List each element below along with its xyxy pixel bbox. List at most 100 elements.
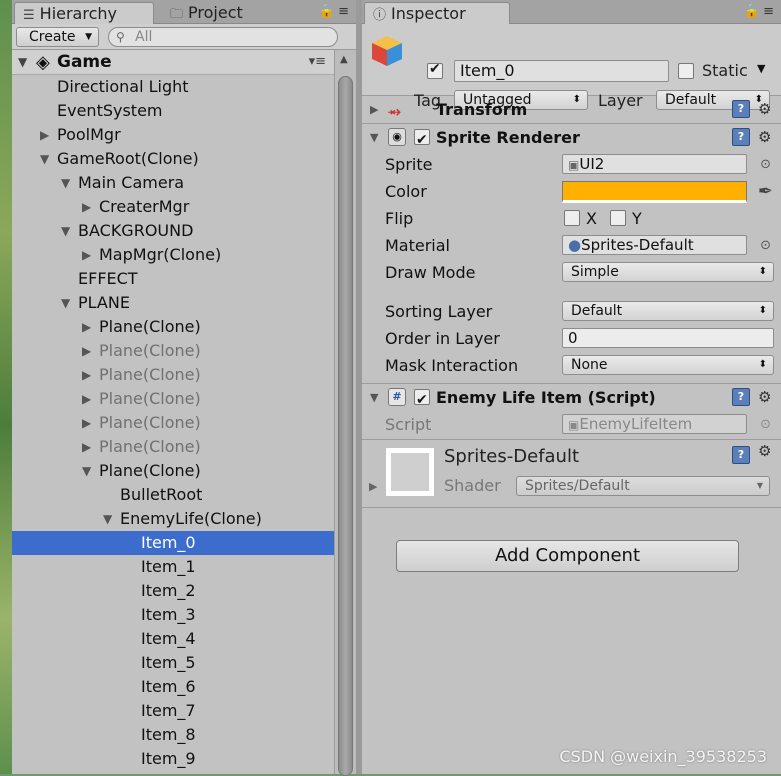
- collapse-arrow-icon[interactable]: ▶: [40, 123, 49, 147]
- hierarchy-item[interactable]: Item_3: [12, 603, 334, 627]
- hierarchy-item[interactable]: ▶ MapMgr(Clone): [12, 243, 334, 267]
- collapse-arrow-icon[interactable]: ▶: [82, 435, 91, 459]
- hierarchy-item[interactable]: ▼ EnemyLife(Clone): [12, 507, 334, 531]
- collapse-arrow-icon[interactable]: ▶: [369, 480, 377, 493]
- expand-arrow-icon[interactable]: ▼: [370, 124, 378, 151]
- scene-header[interactable]: ▼ ◈ Game ▾≡: [12, 50, 356, 75]
- script-field: ▣EnemyLifeItem: [562, 414, 747, 434]
- gear-icon[interactable]: ⚙: [758, 442, 771, 460]
- expand-arrow-icon[interactable]: ▼: [103, 507, 112, 531]
- hierarchy-item[interactable]: ▶ Plane(Clone): [12, 363, 334, 387]
- expand-arrow-icon[interactable]: ▼: [82, 459, 91, 483]
- hierarchy-item[interactable]: ▶ Plane(Clone): [12, 387, 334, 411]
- sprite-renderer-enabled-checkbox[interactable]: [414, 127, 430, 154]
- object-name-field[interactable]: Item_0: [454, 60, 669, 82]
- sorting-layer-row: Sorting Layer Default ⬍: [362, 298, 781, 325]
- expand-arrow-icon[interactable]: ▼: [61, 171, 70, 195]
- hierarchy-item[interactable]: Item_9: [12, 747, 334, 771]
- hierarchy-item[interactable]: Item_8: [12, 723, 334, 747]
- hierarchy-item[interactable]: ▶ Plane(Clone): [12, 411, 334, 435]
- hierarchy-tab-bar: ☰ Hierarchy 🗀 Project 🔒≡: [12, 0, 356, 24]
- hierarchy-item[interactable]: ▼ Plane(Clone): [12, 459, 334, 483]
- static-dropdown-icon[interactable]: ▼: [757, 62, 765, 75]
- panel-menu-icon[interactable]: 🔒≡: [319, 4, 352, 19]
- tab-hierarchy[interactable]: ☰ Hierarchy: [14, 2, 154, 24]
- active-checkbox[interactable]: [427, 61, 443, 79]
- hierarchy-item[interactable]: ▶ Plane(Clone): [12, 435, 334, 459]
- tab-inspector[interactable]: ⓘ Inspector: [364, 2, 510, 24]
- collapse-arrow-icon[interactable]: ▶: [82, 363, 91, 387]
- hierarchy-item[interactable]: BulletRoot: [12, 483, 334, 507]
- hierarchy-item[interactable]: EFFECT: [12, 267, 334, 291]
- order-in-layer-input[interactable]: 0: [562, 328, 774, 348]
- expand-arrow-icon[interactable]: ▼: [61, 291, 70, 315]
- sorting-layer-dropdown[interactable]: Default ⬍: [562, 301, 774, 321]
- hierarchy-item[interactable]: Item_2: [12, 579, 334, 603]
- gear-icon[interactable]: ⚙: [758, 384, 771, 411]
- scrollbar-thumb[interactable]: [338, 76, 353, 776]
- hierarchy-item[interactable]: ▼ BACKGROUND: [12, 219, 334, 243]
- hierarchy-item[interactable]: ▶ Plane(Clone): [12, 315, 334, 339]
- hierarchy-item[interactable]: ▶ Plane(Clone): [12, 339, 334, 363]
- collapse-arrow-icon[interactable]: ▶: [82, 315, 91, 339]
- mask-interaction-dropdown[interactable]: None ⬍: [562, 355, 774, 375]
- script-enabled-checkbox[interactable]: [414, 387, 430, 414]
- material-field[interactable]: ●Sprites-Default: [562, 235, 747, 255]
- hierarchy-item[interactable]: ▼ GameRoot(Clone): [12, 147, 334, 171]
- hierarchy-item[interactable]: Item_6: [12, 675, 334, 699]
- hierarchy-search-input[interactable]: ⚲ All: [108, 27, 338, 47]
- shader-dropdown[interactable]: Sprites/Default ▼: [516, 476, 770, 496]
- expand-arrow-icon[interactable]: ▼: [61, 219, 70, 243]
- color-swatch[interactable]: [562, 181, 747, 203]
- hierarchy-item[interactable]: Item_1: [12, 555, 334, 579]
- eyedropper-icon[interactable]: ✒: [758, 178, 773, 205]
- sprite-asset-icon: ▣: [568, 158, 580, 172]
- hierarchy-item[interactable]: ▶ CreaterMgr: [12, 195, 334, 219]
- collapse-arrow-icon[interactable]: ▶: [370, 96, 378, 123]
- hierarchy-item[interactable]: Item_0: [12, 531, 334, 555]
- help-book-icon[interactable]: ?: [732, 446, 750, 464]
- expand-arrow-icon[interactable]: ▼: [40, 147, 49, 171]
- gear-icon[interactable]: ⚙: [758, 124, 771, 151]
- help-book-icon[interactable]: ?: [732, 128, 750, 146]
- tab-project[interactable]: 🗀 Project: [162, 2, 251, 24]
- transform-header[interactable]: ▶ ⥇ Transform ? ⚙: [362, 96, 781, 123]
- scroll-up-icon[interactable]: ▲: [340, 54, 348, 65]
- collapse-arrow-icon[interactable]: ▶: [82, 243, 91, 267]
- flip-y-checkbox[interactable]: [610, 210, 626, 226]
- collapse-arrow-icon[interactable]: ▶: [82, 387, 91, 411]
- color-row: Color ✒: [362, 178, 781, 205]
- hierarchy-item[interactable]: ▼ PLANE: [12, 291, 334, 315]
- scene-options-icon[interactable]: ▾≡: [309, 50, 326, 74]
- collapse-arrow-icon[interactable]: ▶: [82, 339, 91, 363]
- static-checkbox[interactable]: [678, 63, 694, 79]
- help-book-icon[interactable]: ?: [732, 100, 750, 118]
- draw-mode-dropdown[interactable]: Simple ⬍: [562, 262, 774, 282]
- expand-arrow-icon[interactable]: ▼: [18, 50, 27, 74]
- object-picker-icon[interactable]: ⊙: [760, 232, 771, 259]
- panel-menu-icon[interactable]: 🔒≡: [744, 4, 777, 19]
- sprite-renderer-header[interactable]: ▼ ◉ Sprite Renderer ? ⚙: [362, 124, 781, 154]
- hierarchy-item[interactable]: EventSystem: [12, 99, 334, 123]
- object-picker-icon[interactable]: ⊙: [760, 151, 771, 178]
- flip-x-checkbox[interactable]: [564, 210, 580, 226]
- unity-logo-icon: ◈: [36, 52, 50, 73]
- collapse-arrow-icon[interactable]: ▶: [82, 195, 91, 219]
- hierarchy-item[interactable]: ▶ PoolMgr: [12, 123, 334, 147]
- script-header[interactable]: ▼ # Enemy Life Item (Script) ? ⚙: [362, 384, 781, 414]
- gear-icon[interactable]: ⚙: [758, 96, 771, 123]
- sprite-field[interactable]: ▣UI2: [562, 154, 747, 174]
- collapse-arrow-icon[interactable]: ▶: [82, 411, 91, 435]
- create-button[interactable]: Create ▼: [16, 27, 99, 47]
- hierarchy-item[interactable]: Item_4: [12, 627, 334, 651]
- add-component-button[interactable]: Add Component: [396, 540, 739, 572]
- hierarchy-scrollbar[interactable]: ▲: [334, 50, 356, 776]
- hierarchy-item[interactable]: Item_7: [12, 699, 334, 723]
- hierarchy-item-label: Item_9: [141, 749, 196, 768]
- hierarchy-item[interactable]: Directional Light: [12, 75, 334, 99]
- hierarchy-item[interactable]: ▼ Main Camera: [12, 171, 334, 195]
- hierarchy-item[interactable]: Item_5: [12, 651, 334, 675]
- expand-arrow-icon[interactable]: ▼: [370, 384, 378, 411]
- help-book-icon[interactable]: ?: [732, 388, 750, 406]
- static-label: Static: [702, 61, 748, 80]
